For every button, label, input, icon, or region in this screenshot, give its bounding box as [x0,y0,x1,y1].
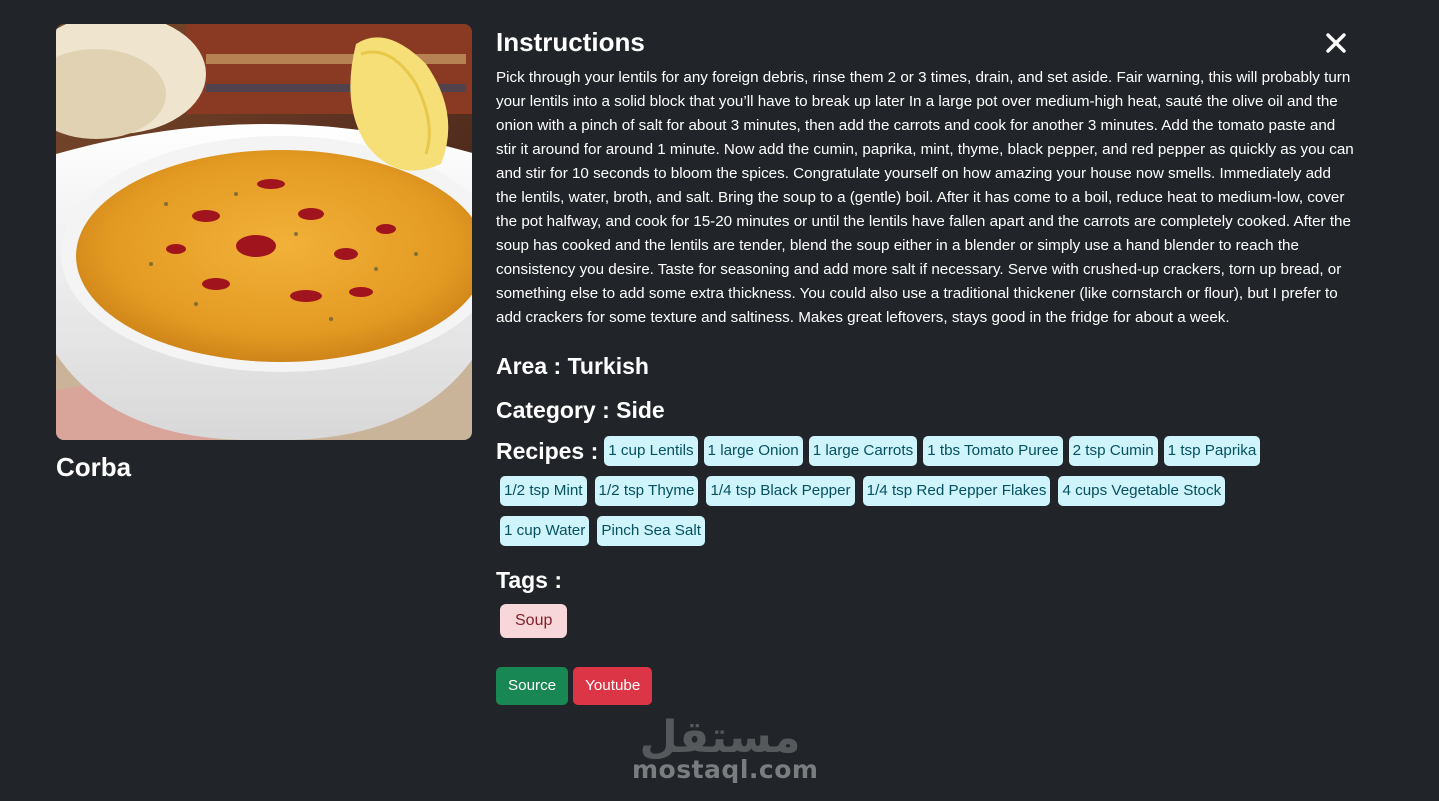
ingredient-chip[interactable]: 1 cup Water [500,516,590,546]
ingredient-chip[interactable]: 1/4 tsp Red Pepper Flakes [862,476,1051,506]
recipes-label: Recipes : [496,438,599,464]
tags-list: Soup [500,604,1356,638]
ingredient-chip[interactable]: 1/4 tsp Black Pepper [706,476,855,506]
instructions-heading: Instructions [496,27,645,57]
ingredient-chip[interactable]: 4 cups Vegetable Stock [1058,476,1226,506]
link-buttons: Source Youtube [496,667,1356,705]
tags-label: Tags : [496,567,563,593]
soup-bowl-image [56,24,472,440]
ingredient-chip[interactable]: 1 cup Lentils [604,436,698,466]
ingredients-list-row1: 1 cup Lentils 1 large Onion 1 large Carr… [604,436,1356,466]
source-button[interactable]: Source [496,667,569,705]
ingredient-chip[interactable]: 1 large Onion [703,436,803,466]
meal-details-page: Corba Instructions Pick through your len… [0,0,1439,801]
ingredient-chip[interactable]: 1 tsp Paprika [1163,436,1261,466]
tag-chip[interactable]: Soup [500,604,568,638]
area-line: Area : Turkish [496,353,649,379]
ingredient-chip[interactable]: 2 tsp Cumin [1068,436,1158,466]
meal-name: Corba [56,452,132,482]
recipes-section: Recipes : 1 cup Lentils 1 large Onion 1 … [496,436,1356,466]
meal-details: Instructions Pick through your lentils f… [496,24,1356,705]
category-line: Category : Side [496,397,665,423]
ingredient-chip[interactable]: 1 large Carrots [808,436,918,466]
ingredient-chip[interactable]: 1 tbs Tomato Puree [923,436,1063,466]
ingredient-chip[interactable]: 1/2 tsp Thyme [594,476,699,506]
watermark-text: mostaql.com [632,755,819,784]
meal-summary: Corba [56,24,472,482]
instructions-text: Pick through your lentils for any foreig… [496,69,1354,326]
ingredients-list-more: 1/2 tsp Mint 1/2 tsp Thyme 1/4 tsp Black… [500,476,1300,546]
ingredient-chip[interactable]: 1/2 tsp Mint [500,476,587,506]
ingredient-chip[interactable]: Pinch Sea Salt [597,516,705,546]
